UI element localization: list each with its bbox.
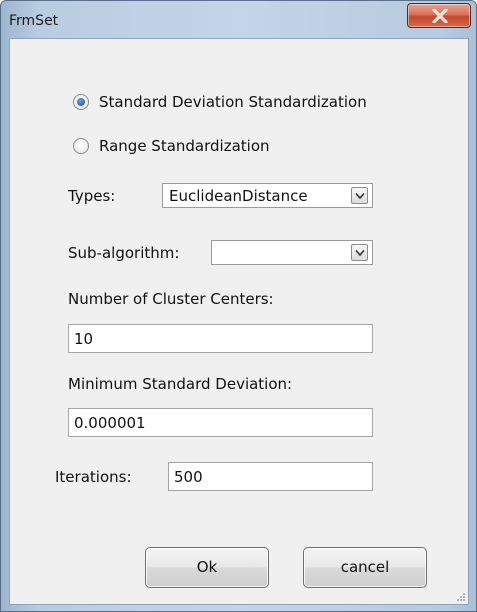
sub-algorithm-label: Sub-algorithm: [68, 244, 180, 262]
sub-algorithm-dropdown[interactable] [211, 240, 373, 265]
chevron-down-icon [355, 192, 365, 200]
std-dev-standardization-radio[interactable] [73, 94, 89, 110]
types-dropdown-button[interactable] [351, 187, 368, 204]
min-std-dev-input[interactable]: 0.000001 [68, 408, 373, 437]
chevron-down-icon [355, 249, 365, 257]
cancel-button[interactable]: cancel [303, 547, 427, 588]
std-dev-standardization-label[interactable]: Standard Deviation Standardization [99, 93, 367, 111]
dialog-body: Standard Deviation Standardization Range… [9, 38, 469, 605]
iterations-value: 500 [174, 468, 203, 486]
min-std-dev-value: 0.000001 [74, 414, 146, 432]
frmset-window: FrmSet Standard Deviation Standardizatio… [0, 0, 477, 612]
range-standardization-label[interactable]: Range Standardization [99, 137, 270, 155]
iterations-label: Iterations: [55, 468, 132, 486]
iterations-input[interactable]: 500 [168, 462, 373, 491]
cluster-centers-label: Number of Cluster Centers: [68, 290, 274, 308]
types-label: Types: [68, 187, 116, 205]
types-dropdown[interactable]: EuclideanDistance [162, 183, 373, 208]
range-standardization-radio[interactable] [73, 138, 89, 154]
cluster-centers-input[interactable]: 10 [68, 324, 373, 353]
types-selected-value: EuclideanDistance [169, 187, 308, 205]
window-title: FrmSet [9, 13, 59, 29]
ok-button[interactable]: Ok [145, 547, 269, 588]
resize-grip-icon[interactable] [454, 590, 466, 602]
sub-algorithm-dropdown-button[interactable] [351, 244, 368, 261]
min-std-dev-label: Minimum Standard Deviation: [68, 375, 293, 393]
title-bar[interactable]: FrmSet [1, 1, 476, 39]
cluster-centers-value: 10 [74, 330, 94, 348]
close-icon [432, 9, 448, 23]
close-button[interactable] [407, 3, 471, 28]
